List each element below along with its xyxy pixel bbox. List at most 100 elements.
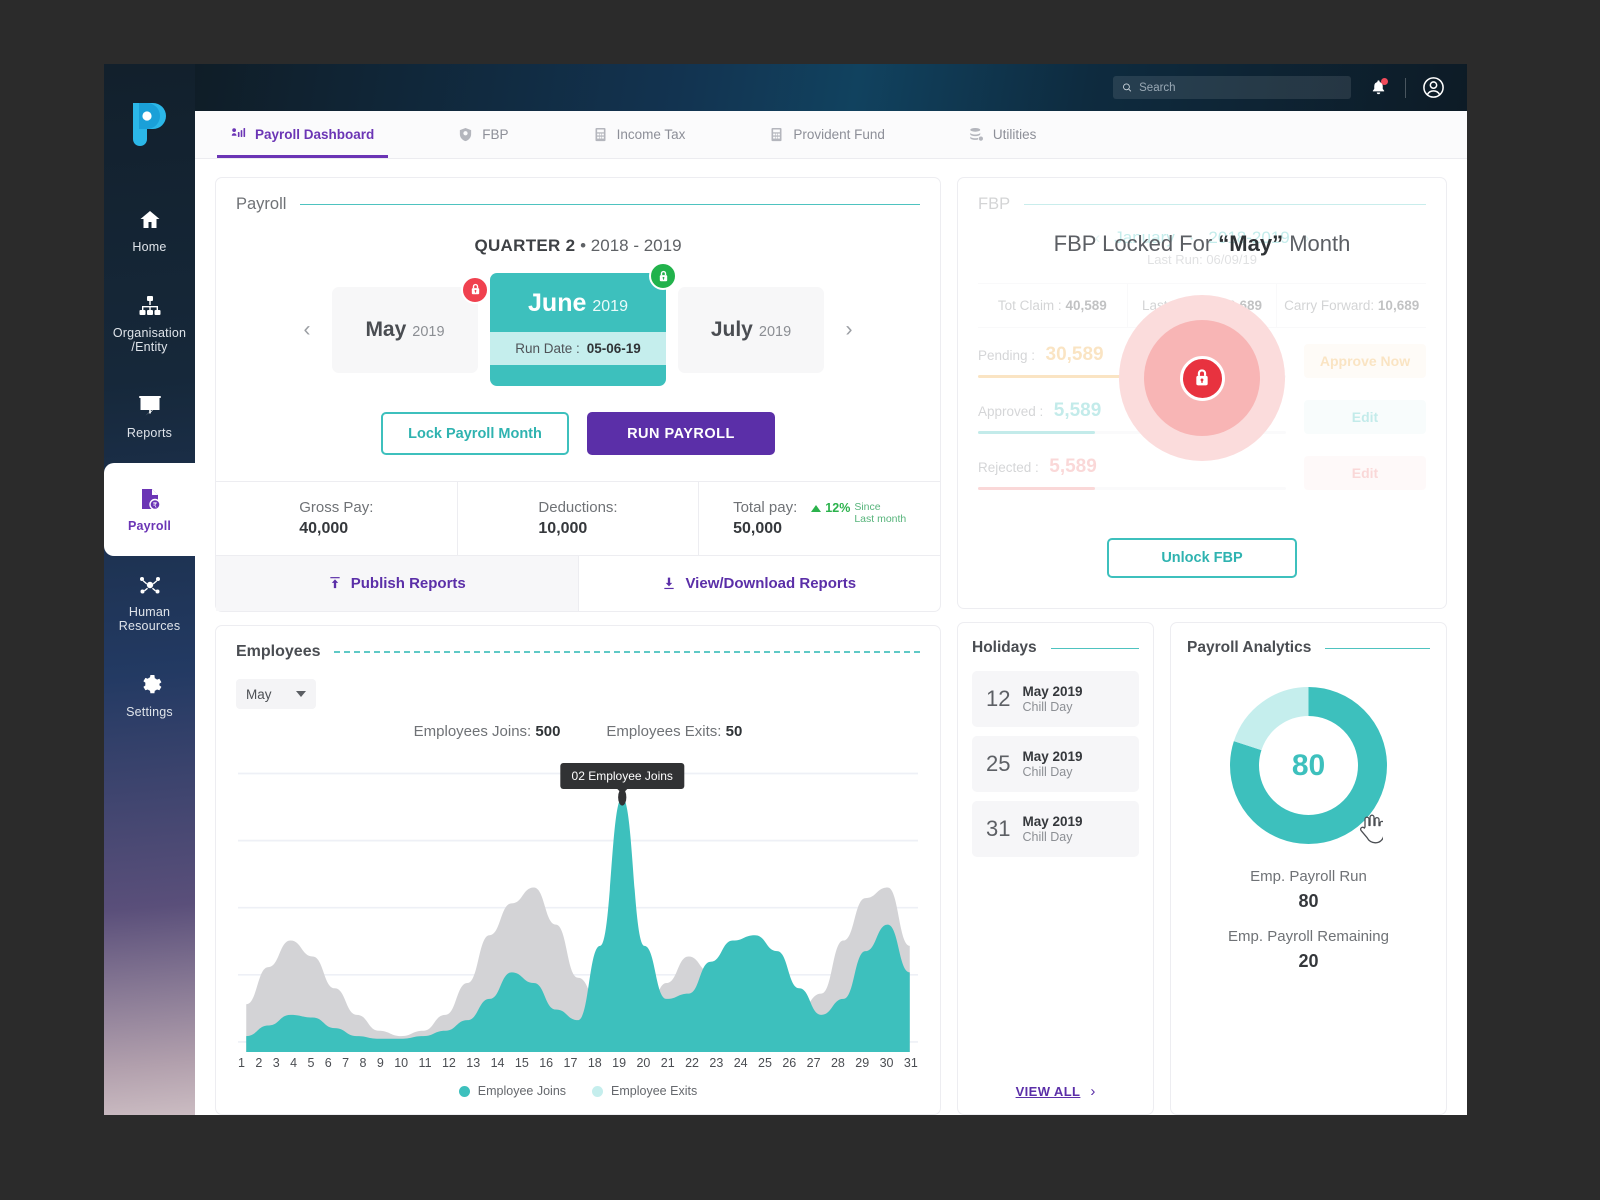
x-axis-tick: 3	[272, 1056, 280, 1070]
x-axis-tick: 19	[612, 1056, 627, 1070]
month-year: 2019	[412, 323, 445, 340]
sidebar-item-home[interactable]: Home	[104, 184, 195, 277]
payroll-donut-chart[interactable]: 80	[1222, 679, 1395, 852]
stat-label: Last Payout:	[1141, 298, 1217, 313]
exits-value: 50	[725, 723, 743, 740]
prev-month-icon[interactable]: ‹	[1095, 228, 1101, 248]
month-year: 2019	[758, 323, 792, 340]
holidays-list: 12 May 2019 Chill Day 25 May 2019 Chill …	[958, 657, 1153, 857]
fbp-last-run: Last Run: 06/09/19	[1147, 252, 1257, 267]
fbp-row-info: Pending : 30,589	[978, 344, 1286, 378]
employees-card: Employees May Employees Joins: 500 Emplo…	[215, 625, 941, 1115]
unlock-fbp-button[interactable]: Unlock FBP	[1107, 538, 1297, 578]
next-month-button[interactable]: ›	[836, 317, 862, 343]
month-card-july[interactable]: July 2019	[678, 286, 824, 373]
lock-closed-icon[interactable]	[461, 275, 489, 304]
stat-value: 50,000	[733, 520, 783, 537]
run-date-label: Run Date :	[515, 341, 580, 356]
fbp-edit-approved-button[interactable]: Edit	[1304, 400, 1426, 434]
sidebar-item-label: Reports	[126, 426, 173, 440]
holiday-note: Chill Day	[1022, 830, 1073, 844]
x-axis-tick: 28	[830, 1056, 845, 1070]
stat-value: 10,000	[538, 520, 588, 537]
holiday-day: 25	[986, 751, 1011, 776]
month-name: July	[710, 317, 753, 341]
avatar[interactable]	[1422, 76, 1445, 99]
holiday-month: May 2019	[1022, 814, 1083, 829]
run-date-value: 05-06-19	[586, 341, 641, 356]
fbp-row-label: Pending :	[978, 348, 1036, 363]
stat-deductions: Deductions: 10,000	[456, 482, 699, 555]
lock-open-icon[interactable]	[649, 262, 677, 290]
search-input[interactable]	[1139, 81, 1342, 94]
legend-color-swatch	[592, 1085, 604, 1097]
holiday-item[interactable]: 31 May 2019 Chill Day	[972, 801, 1139, 857]
tab-income-tax[interactable]: Income Tax	[579, 111, 700, 158]
exits-label: Employees Exits:	[606, 723, 722, 740]
fbp-progress-fill	[978, 375, 1169, 378]
x-axis-tick: 10	[394, 1056, 409, 1070]
sidebar-item-label: Organisation/Entity	[112, 326, 187, 354]
x-axis-tick: 14	[490, 1056, 505, 1070]
top-bar	[195, 64, 1467, 111]
search-box[interactable]	[1113, 76, 1351, 99]
legend-item-employee-joins: Employee Joins	[458, 1084, 567, 1098]
run-date-bar: Run Date : 05-06-19	[490, 332, 666, 365]
notification-dot	[1381, 77, 1388, 85]
employees-month-select[interactable]: May	[236, 679, 316, 709]
tab-utilities[interactable]: Utilities	[955, 111, 1051, 158]
fbp-claim-rows: Pending : 30,589 Approve Now Approved: …	[978, 344, 1426, 490]
chart-tooltip: 02 Employee Joins	[560, 763, 684, 790]
month-card-june[interactable]: June 2019 Run Date : 05-06-19	[490, 262, 677, 386]
run-payroll-button[interactable]: RUN PAYROLL	[587, 412, 775, 455]
month-card-may[interactable]: May 2019	[332, 275, 489, 373]
sidebar-item-human-resources[interactable]: Human Resources	[104, 556, 195, 649]
lock-payroll-month-button[interactable]: Lock Payroll Month	[381, 412, 569, 455]
calculator-icon	[593, 127, 608, 142]
tab-label: Income Tax	[616, 127, 686, 142]
x-axis-tick: 12	[441, 1056, 456, 1070]
publish-reports-label: Publish Reports	[350, 575, 466, 592]
trend-up-icon	[811, 505, 822, 512]
fbp-card-title: FBP	[978, 195, 1011, 213]
sidebar-item-settings[interactable]: Settings	[104, 649, 195, 742]
sidebar-item-reports[interactable]: Reports	[104, 370, 195, 463]
tab-payroll-dashboard[interactable]: Payroll Dashboard	[217, 111, 389, 158]
holiday-item[interactable]: 25 May 2019 Chill Day	[972, 736, 1139, 792]
x-axis-tick: 16	[539, 1056, 554, 1070]
notifications-button[interactable]	[1367, 77, 1389, 99]
fbp-edit-rejected-button[interactable]: Edit	[1304, 456, 1426, 490]
view-all-holidays-button[interactable]: VIEW ALL ›	[958, 1083, 1153, 1100]
view-download-reports-button[interactable]: View/Download Reports	[577, 556, 941, 611]
employee-exits-total: Employees Exits: 50	[606, 723, 742, 740]
holiday-day: 12	[986, 686, 1011, 711]
holiday-item[interactable]: 12 May 2019 Chill Day	[972, 671, 1139, 727]
fbp-card: FBP ‹ January · 2018-2019 › Last Run: 06…	[957, 177, 1447, 609]
stat-label: Total pay:	[733, 499, 798, 516]
fbp-progress-track	[978, 487, 1286, 490]
legend-item-employee-exits: Employee Exits	[592, 1084, 697, 1098]
x-axis-tick: 1	[238, 1056, 245, 1070]
publish-reports-button[interactable]: Publish Reports	[216, 556, 578, 611]
month-card-title: June 2019	[528, 289, 628, 318]
tab-provident-fund[interactable]: Provident Fund	[755, 111, 899, 158]
fbp-approve-now-button[interactable]: Approve Now	[1304, 344, 1426, 378]
analytics-run-label: Emp. Payroll Run	[1250, 868, 1367, 885]
app-window: Home Organisation/Entity Reports ₹ Payro…	[104, 64, 1467, 1115]
month-card-title: July 2019	[711, 318, 791, 342]
x-axis-tick: 11	[418, 1056, 432, 1070]
prev-month-button[interactable]: ‹	[294, 317, 320, 343]
chart-canvas	[238, 772, 918, 1052]
x-axis-tick: 5	[307, 1056, 315, 1070]
employees-month-value: May	[246, 686, 272, 702]
analytics-remaining-label: Emp. Payroll Remaining	[1228, 928, 1389, 945]
stat-value: 40,589	[1065, 298, 1107, 313]
sidebar-item-organisation-entity[interactable]: Organisation/Entity	[104, 277, 195, 370]
fbp-month-selector[interactable]: ‹ January · 2018-2019 ›	[978, 228, 1426, 248]
sidebar-item-payroll[interactable]: ₹ Payroll	[104, 463, 195, 556]
view-all-label: VIEW ALL	[1015, 1084, 1081, 1099]
fbp-row-info: Rejected : 5,589	[978, 456, 1286, 490]
tab-fbp[interactable]: FBP	[444, 111, 522, 158]
next-month-icon[interactable]: ›	[1304, 228, 1310, 248]
legend-label: Employee Joins	[477, 1084, 567, 1098]
